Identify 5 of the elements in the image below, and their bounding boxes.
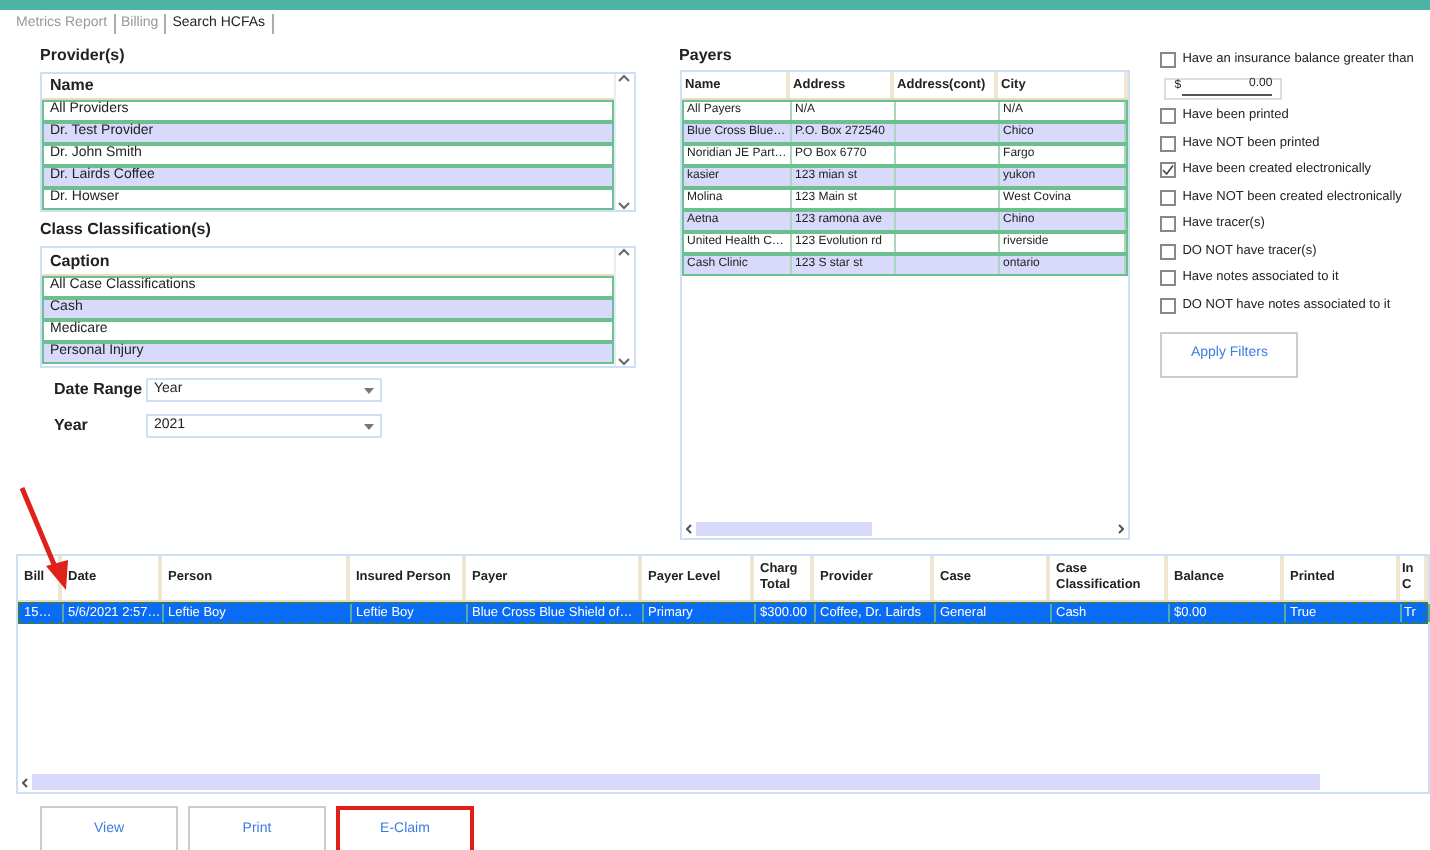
- field-label: Year: [54, 414, 90, 438]
- section-title: Class Classification(s): [40, 218, 213, 242]
- section-title: Provider(s): [40, 44, 127, 68]
- section-title: Payers: [679, 44, 734, 68]
- field-label: Date Range: [54, 378, 145, 402]
